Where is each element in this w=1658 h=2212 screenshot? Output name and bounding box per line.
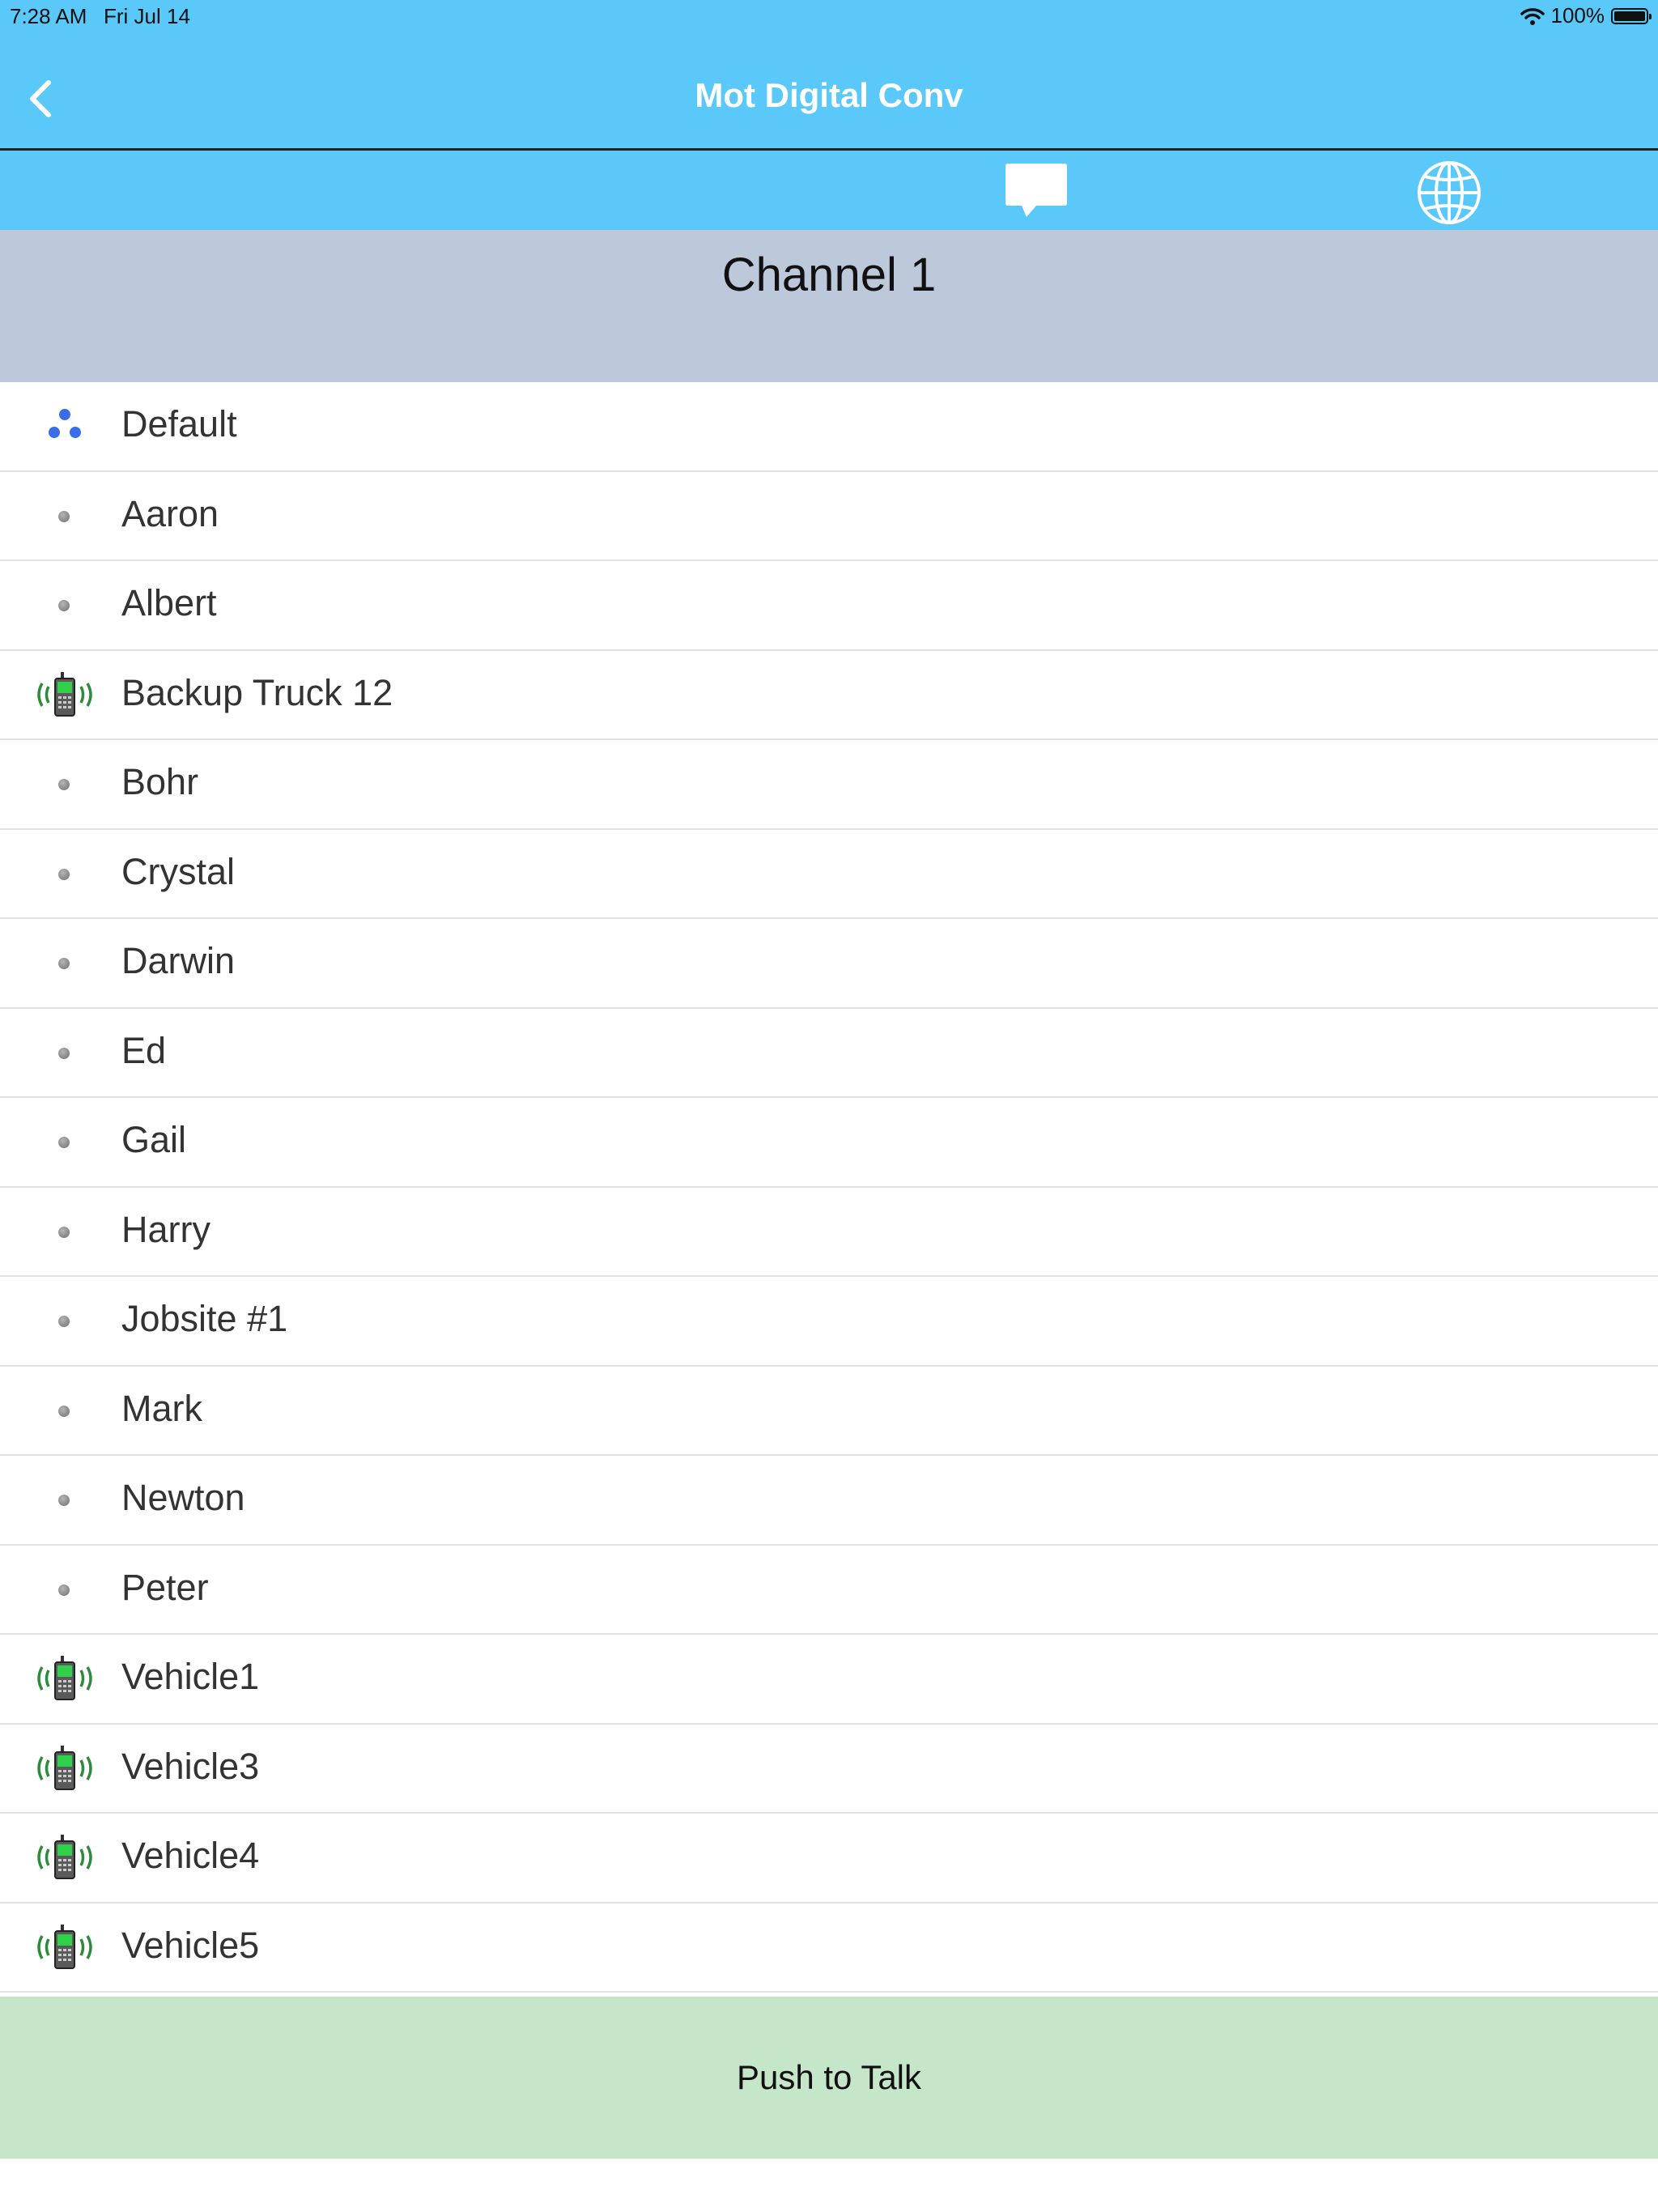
offline-dot-icon <box>58 600 70 611</box>
offline-dot-icon <box>58 510 70 522</box>
list-item[interactable]: Backup Truck 12 <box>0 651 1658 740</box>
radio-icon <box>37 1656 92 1700</box>
status-right: 100% <box>1520 3 1652 28</box>
list-item[interactable]: Ed <box>0 1009 1658 1098</box>
list-item-label: Newton <box>121 1477 245 1518</box>
list-item-label: Vehicle3 <box>121 1745 260 1787</box>
battery-percent: 100% <box>1550 3 1605 28</box>
offline-dot-icon <box>58 1584 70 1596</box>
list-item-label: Aaron <box>121 492 219 534</box>
offline-dot-icon <box>58 1405 70 1417</box>
list-item-label: Vehicle1 <box>121 1656 260 1697</box>
list-item-label: Harry <box>121 1208 210 1250</box>
list-item-label: Crystal <box>121 850 236 892</box>
list-item-label: Ed <box>121 1029 167 1071</box>
wifi-icon <box>1520 7 1545 25</box>
offline-dot-icon <box>58 1316 70 1327</box>
status-date: Fri Jul 14 <box>104 4 190 28</box>
list-item[interactable]: Jobsite #1 <box>0 1277 1658 1367</box>
list-item[interactable]: Mark <box>0 1367 1658 1456</box>
radio-icon <box>37 671 92 717</box>
messages-button[interactable] <box>1004 162 1069 223</box>
list-item[interactable]: Vehicle4 <box>0 1814 1658 1904</box>
list-item[interactable]: Vehicle5 <box>0 1904 1658 1993</box>
radio-icon <box>37 1835 92 1879</box>
channel-header: Channel 1 <box>0 230 1658 382</box>
list-item[interactable]: Aaron <box>0 472 1658 561</box>
channel-title: Channel 1 <box>721 249 937 301</box>
status-time: 7:28 AM <box>10 4 87 28</box>
list-item[interactable]: Bohr <box>0 740 1658 830</box>
list-item[interactable]: Darwin <box>0 919 1658 1009</box>
list-item-label: Gail <box>121 1119 187 1160</box>
list-item[interactable]: Peter <box>0 1546 1658 1635</box>
page-title: Mot Digital Conv <box>695 76 963 114</box>
list-item[interactable]: Default <box>0 382 1658 472</box>
nav-bar: Mot Digital Conv <box>0 34 1658 151</box>
list-item-label: Mark <box>121 1387 202 1429</box>
list-item-label: Default <box>121 403 237 445</box>
list-item[interactable]: Vehicle1 <box>0 1635 1658 1725</box>
list-item[interactable]: Gail <box>0 1098 1658 1188</box>
radio-icon <box>37 1745 92 1790</box>
status-bar: 7:28 AM Fri Jul 14 100% <box>0 0 1658 34</box>
offline-dot-icon <box>58 958 70 969</box>
list-item[interactable]: Newton <box>0 1456 1658 1546</box>
list-item-label: Darwin <box>121 940 236 981</box>
chat-bubble-icon <box>1005 164 1067 217</box>
offline-dot-icon <box>58 1495 70 1506</box>
group-icon <box>49 409 81 438</box>
list-item-label: Vehicle4 <box>121 1835 260 1876</box>
list-item-label: Albert <box>121 582 217 623</box>
list-item-label: Vehicle5 <box>121 1924 260 1966</box>
battery-icon <box>1611 7 1652 24</box>
toolbar <box>0 151 1658 230</box>
list-item[interactable]: Crystal <box>0 830 1658 919</box>
push-to-talk-label: Push to Talk <box>736 2058 922 2096</box>
list-item-label: Jobsite #1 <box>121 1298 288 1339</box>
globe-button[interactable] <box>1415 159 1483 231</box>
offline-dot-icon <box>58 779 70 790</box>
list-item[interactable]: Vehicle3 <box>0 1725 1658 1814</box>
push-to-talk-button[interactable]: Push to Talk <box>0 1997 1658 2159</box>
radio-icon <box>37 1924 92 1969</box>
list-item[interactable]: Harry <box>0 1188 1658 1277</box>
offline-dot-icon <box>58 868 70 880</box>
offline-dot-icon <box>58 1137 70 1148</box>
globe-icon <box>1418 161 1481 224</box>
list-item-label: Backup Truck 12 <box>121 671 393 713</box>
list-item-label: Peter <box>121 1566 209 1608</box>
list-item-label: Bohr <box>121 761 199 802</box>
offline-dot-icon <box>58 1047 70 1059</box>
member-list: Default Aaron Albert Backup Truck 12 Bohr Cry… <box>0 382 1658 1993</box>
offline-dot-icon <box>58 1226 70 1238</box>
list-item[interactable]: Albert <box>0 561 1658 651</box>
